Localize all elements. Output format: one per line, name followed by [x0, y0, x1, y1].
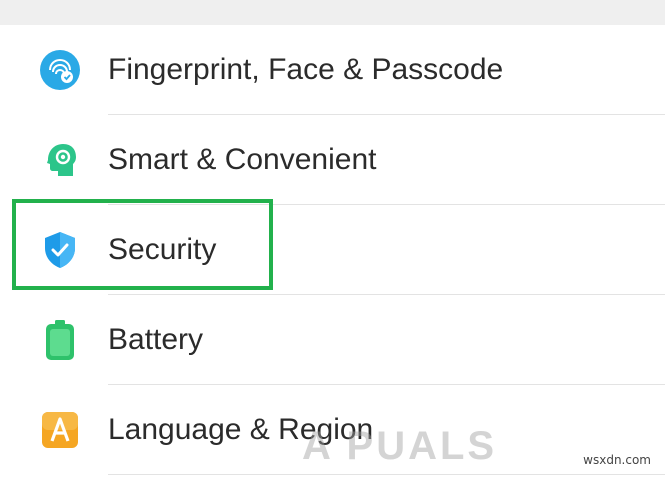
settings-item-smart-convenient[interactable]: Smart & Convenient: [0, 115, 665, 205]
settings-item-battery[interactable]: Battery: [0, 295, 665, 385]
divider: [108, 474, 665, 475]
settings-item-label: Smart & Convenient: [108, 143, 377, 176]
language-a-icon: [38, 408, 82, 452]
settings-item-label: Fingerprint, Face & Passcode: [108, 53, 504, 86]
battery-icon: [38, 318, 82, 362]
top-band: [0, 0, 665, 25]
watermark-logo: A PUALS: [302, 424, 498, 468]
fingerprint-face-icon: [38, 48, 82, 92]
source-tag: wsxdn.com: [583, 453, 651, 467]
settings-item-label: Security: [108, 233, 217, 266]
settings-item-security[interactable]: Security: [0, 205, 665, 295]
shield-check-icon: [38, 228, 82, 272]
smart-head-icon: [38, 138, 82, 182]
settings-item-label: Battery: [108, 323, 204, 356]
settings-item-fingerprint[interactable]: Fingerprint, Face & Passcode: [0, 25, 665, 115]
